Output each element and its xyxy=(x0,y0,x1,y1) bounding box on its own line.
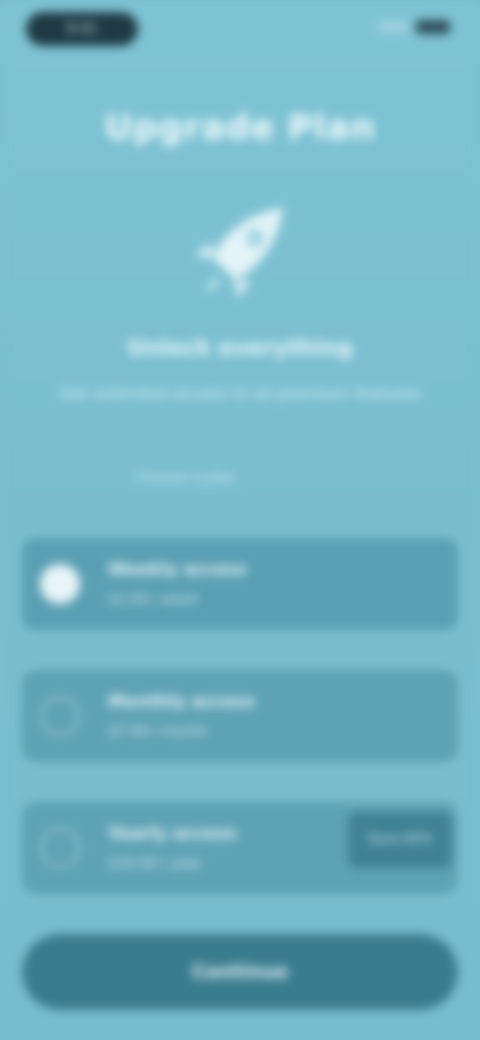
radio-selected-icon xyxy=(40,564,80,604)
radio-unselected-icon xyxy=(40,828,80,868)
plan-option-monthly[interactable]: Monthly access $7.99 / month xyxy=(22,670,458,762)
signal-icon xyxy=(378,22,408,32)
plan-title: Yearly access xyxy=(108,824,237,844)
plan-option-weekly[interactable]: Weekly access $2.99 / week xyxy=(22,538,458,630)
continue-button[interactable]: Continue xyxy=(22,934,458,1010)
plan-title: Weekly access xyxy=(108,560,247,580)
plan-description: $2.99 / week xyxy=(108,592,199,608)
plans-section-label: Choose a plan xyxy=(136,470,236,486)
status-bar: 9:41 xyxy=(0,10,480,50)
hero-title: Unlock everything xyxy=(126,336,353,361)
hero-subtitle: Get unlimited access to all premium feat… xyxy=(59,384,421,403)
radio-unselected-icon xyxy=(40,696,80,736)
status-icons xyxy=(378,20,450,34)
page-title: Upgrade Plan xyxy=(104,108,376,148)
status-time: 9:41 xyxy=(66,21,98,37)
battery-icon xyxy=(416,20,450,34)
savings-badge: Save 60% xyxy=(348,812,452,868)
plan-title: Monthly access xyxy=(108,692,256,712)
app-screen: 9:41 Upgrade Plan Unlock everything Get … xyxy=(0,0,480,1040)
rocket-icon xyxy=(195,208,283,298)
plan-description: $7.99 / month xyxy=(108,724,208,740)
plan-option-yearly[interactable]: Yearly access $39.99 / year Save 60% xyxy=(22,802,458,894)
status-time-pill: 9:41 xyxy=(26,12,138,46)
plan-description: $39.99 / year xyxy=(108,856,202,872)
